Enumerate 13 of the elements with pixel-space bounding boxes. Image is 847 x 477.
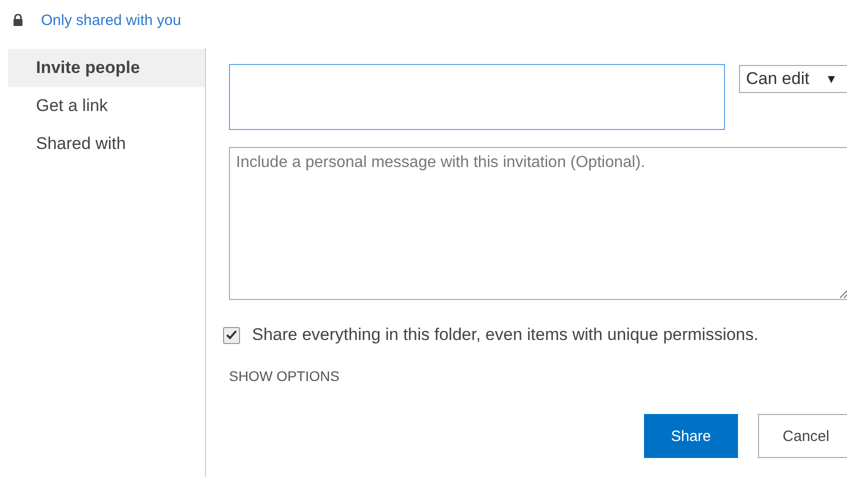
- lock-icon: [13, 14, 23, 26]
- checkbox-label: Share everything in this folder, even items with unique permissions.: [252, 325, 758, 345]
- invite-field[interactable]: [229, 64, 725, 130]
- show-options-link[interactable]: SHOW OPTIONS: [229, 368, 340, 384]
- share-button[interactable]: Share: [644, 414, 738, 458]
- permission-dropdown[interactable]: Can edit ▼: [739, 65, 847, 93]
- cancel-button[interactable]: Cancel: [758, 414, 847, 458]
- sidebar-item[interactable]: Shared with: [8, 125, 205, 163]
- sidebar-item[interactable]: Invite people: [8, 49, 205, 87]
- message-field[interactable]: Include a personal message with this invitation (Optional).: [229, 147, 847, 300]
- checkbox[interactable]: [223, 326, 240, 344]
- sharing-status: Only shared with you: [41, 12, 182, 28]
- sidebar-item[interactable]: Get a link: [8, 87, 205, 125]
